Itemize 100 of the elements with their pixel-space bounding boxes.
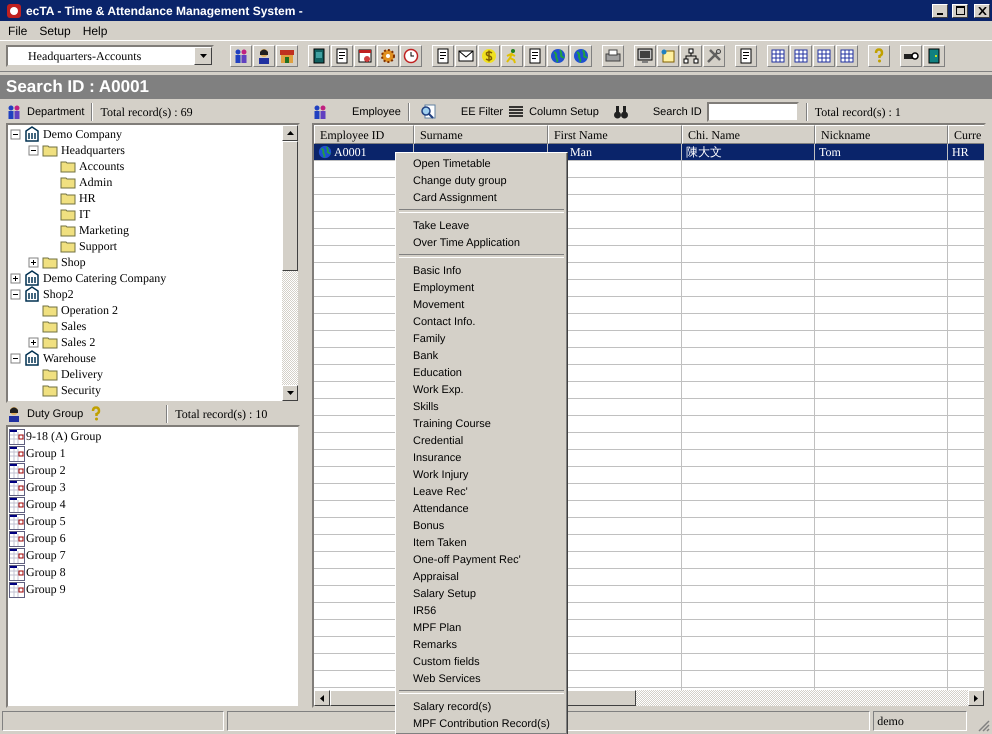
column-header[interactable]: Employee ID <box>314 125 414 144</box>
toolbar-button[interactable] <box>354 45 376 67</box>
tree-item[interactable]: Security <box>61 382 101 398</box>
tree-item[interactable]: Warehouse <box>43 350 96 366</box>
list-item[interactable]: Group 5 <box>26 514 66 529</box>
collapse-icon[interactable] <box>10 128 21 140</box>
menu-item[interactable]: Training Course <box>398 415 565 432</box>
toolbar-button[interactable] <box>634 45 656 67</box>
menu-item[interactable]: Movement <box>398 296 565 313</box>
column-setup-link[interactable]: Column Setup <box>529 106 599 118</box>
menu-item[interactable]: IR56 <box>398 602 565 619</box>
menu-item[interactable]: Bonus <box>398 517 565 534</box>
toolbar-button[interactable] <box>276 45 298 67</box>
maximize-button[interactable] <box>952 4 968 18</box>
menu-item[interactable]: Basic Info <box>398 262 565 279</box>
expand-icon[interactable] <box>28 256 39 268</box>
list-item[interactable]: Group 2 <box>26 463 66 478</box>
menu-item[interactable]: MPF Contribution Record(s) <box>398 715 565 732</box>
toolbar-button[interactable] <box>735 45 757 67</box>
toolbar-button[interactable] <box>253 45 275 67</box>
menu-item[interactable]: Over Time Application <box>398 234 565 251</box>
menu-item[interactable]: Custom fields <box>398 653 565 670</box>
toolbar-button[interactable] <box>547 45 569 67</box>
menu-item[interactable]: Employment <box>398 279 565 296</box>
menu-item[interactable]: Take Leave <box>398 217 565 234</box>
toolbar-button[interactable] <box>455 45 477 67</box>
menu-item[interactable]: Card Assignment <box>398 189 565 206</box>
list-item[interactable]: Group 1 <box>26 446 66 461</box>
collapse-icon[interactable] <box>10 352 21 364</box>
list-item[interactable]: Group 9 <box>26 582 66 597</box>
collapse-icon[interactable] <box>28 144 39 156</box>
toolbar-button[interactable] <box>900 45 922 67</box>
toolbar-button[interactable] <box>836 45 858 67</box>
tree-item[interactable]: Sales <box>61 318 86 334</box>
tree-item[interactable]: Admin <box>79 174 112 190</box>
column-header[interactable]: Surname <box>414 125 548 144</box>
tree-item[interactable]: Sales 2 <box>61 334 96 350</box>
expand-icon[interactable] <box>28 336 39 348</box>
menu-item[interactable]: Attendance <box>398 500 565 517</box>
toolbar-button[interactable] <box>308 45 330 67</box>
tree-item[interactable]: Headquarters <box>61 142 125 158</box>
expand-icon[interactable] <box>10 272 21 284</box>
toolbar-button[interactable] <box>377 45 399 67</box>
column-header[interactable]: Chi. Name <box>682 125 815 144</box>
menu-item[interactable]: Education <box>398 364 565 381</box>
filter-link[interactable]: EE Filter <box>460 106 504 118</box>
toolbar-button[interactable] <box>230 45 252 67</box>
menu-item[interactable]: File <box>3 22 32 38</box>
list-item[interactable]: 9-18 (A) Group <box>26 429 102 444</box>
list-item[interactable]: Group 3 <box>26 480 66 495</box>
menu-item[interactable]: Item Taken <box>398 534 565 551</box>
toolbar-button[interactable] <box>680 45 702 67</box>
menu-item[interactable]: Remarks <box>398 636 565 653</box>
list-item[interactable]: Group 6 <box>26 531 66 546</box>
menu-item[interactable]: Salary record(s) <box>398 698 565 715</box>
tree-item[interactable]: Delivery <box>61 366 103 382</box>
tree-item[interactable]: Operation 2 <box>61 302 118 318</box>
toolbar-button[interactable] <box>813 45 835 67</box>
minimize-button[interactable] <box>932 4 948 18</box>
tree-item[interactable]: Demo Catering Company <box>43 270 166 286</box>
menu-item[interactable]: Work Injury <box>398 466 565 483</box>
list-item[interactable]: Group 4 <box>26 497 66 512</box>
menu-item[interactable]: One-off Payment Rec' <box>398 551 565 568</box>
column-header[interactable]: First Name <box>548 125 682 144</box>
toolbar-button[interactable] <box>790 45 812 67</box>
menu-item[interactable]: Family <box>398 330 565 347</box>
menu-item[interactable]: Insurance <box>398 449 565 466</box>
menu-item[interactable]: Change duty group <box>398 172 565 189</box>
toolbar-button[interactable] <box>923 45 945 67</box>
department-dropdown[interactable]: Headquarters-Accounts <box>6 45 214 67</box>
tree-item[interactable]: Shop <box>61 254 86 270</box>
menu-item[interactable]: MPF Plan <box>398 619 565 636</box>
toolbar-button[interactable] <box>703 45 725 67</box>
search-field[interactable] <box>706 102 799 122</box>
toolbar-button[interactable] <box>331 45 353 67</box>
toolbar-button[interactable] <box>767 45 789 67</box>
resize-grip-icon[interactable] <box>978 720 990 732</box>
menu-item[interactable]: Credential <box>398 432 565 449</box>
menu-item[interactable]: Leave Rec' <box>398 483 565 500</box>
toolbar-button[interactable] <box>432 45 454 67</box>
menu-item[interactable]: Setup <box>34 22 76 38</box>
tree-item[interactable]: Shop2 <box>43 286 74 302</box>
tree-item[interactable]: Support <box>79 238 118 254</box>
scrollbar[interactable] <box>282 125 298 401</box>
toolbar-button[interactable] <box>570 45 592 67</box>
list-item[interactable]: Group 7 <box>26 548 66 563</box>
menu-item[interactable]: Help <box>78 22 112 38</box>
menu-item[interactable]: Appraisal <box>398 568 565 585</box>
tree-item[interactable]: Accounts <box>79 158 124 174</box>
toolbar-button[interactable] <box>602 45 624 67</box>
tree-item[interactable]: IT <box>79 206 90 222</box>
tree-item[interactable]: HR <box>79 190 96 206</box>
toolbar-button[interactable] <box>400 45 422 67</box>
toolbar-button[interactable] <box>524 45 546 67</box>
binoculars-icon[interactable] <box>612 104 629 120</box>
menu-item[interactable]: Contact Info. <box>398 313 565 330</box>
menu-item[interactable]: Skills <box>398 398 565 415</box>
collapse-icon[interactable] <box>10 288 21 300</box>
close-button[interactable] <box>974 4 990 18</box>
menu-item[interactable]: Bank <box>398 347 565 364</box>
